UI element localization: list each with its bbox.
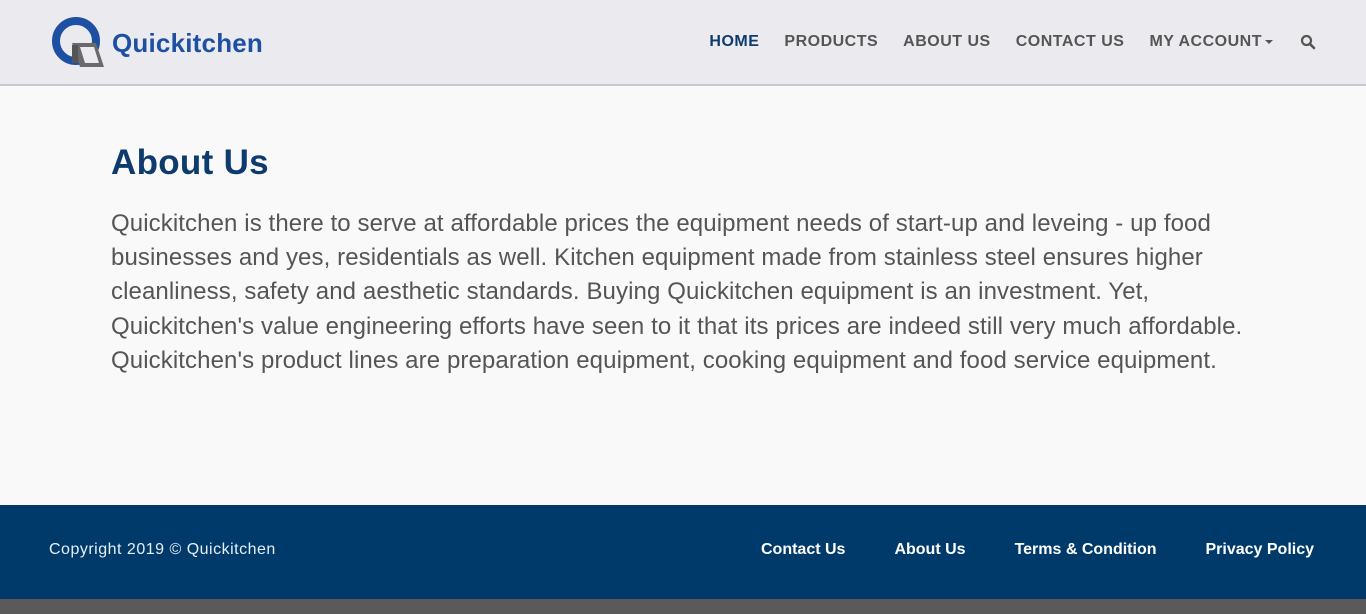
footer-link-privacy[interactable]: Privacy Policy: [1205, 541, 1314, 559]
page-title: About Us: [111, 143, 269, 182]
nav-item-about-us[interactable]: ABOUT US: [903, 33, 991, 51]
footer-link-about-us[interactable]: About Us: [894, 541, 965, 559]
main-nav: HOME PRODUCTS ABOUT US CONTACT US MY ACC…: [684, 30, 1316, 54]
site-footer: Copyright 2019 © Quickitchen Contact Us …: [0, 505, 1366, 599]
search-icon[interactable]: [1300, 34, 1316, 50]
copyright-text: Copyright 2019 © Quickitchen: [49, 541, 276, 558]
top-navbar: Quickitchen HOME PRODUCTS ABOUT US CONTA…: [0, 0, 1366, 86]
about-section: About Us Quickitchen is there to serve a…: [111, 88, 1271, 378]
caret-down-icon: [1265, 39, 1273, 44]
nav-item-contact-us[interactable]: CONTACT US: [1016, 33, 1125, 51]
nav-item-home[interactable]: HOME: [709, 33, 759, 51]
about-description: Quickitchen is there to serve at afforda…: [111, 210, 1243, 374]
quickitchen-q-logo-icon: [52, 17, 104, 67]
footer-link-terms[interactable]: Terms & Condition: [1015, 541, 1157, 559]
footer-link-contact-us[interactable]: Contact Us: [761, 541, 845, 559]
nav-item-my-account[interactable]: MY ACCOUNT: [1149, 33, 1273, 51]
brand-name: Quickitchen: [112, 27, 264, 58]
my-account-label: MY ACCOUNT: [1149, 33, 1262, 50]
footer-nav: Contact Us About Us Terms & Condition Pr…: [712, 541, 1314, 559]
brand-logo-link[interactable]: Quickitchen: [50, 15, 263, 71]
bottom-bar: [0, 599, 1366, 614]
nav-item-products[interactable]: PRODUCTS: [784, 33, 878, 51]
